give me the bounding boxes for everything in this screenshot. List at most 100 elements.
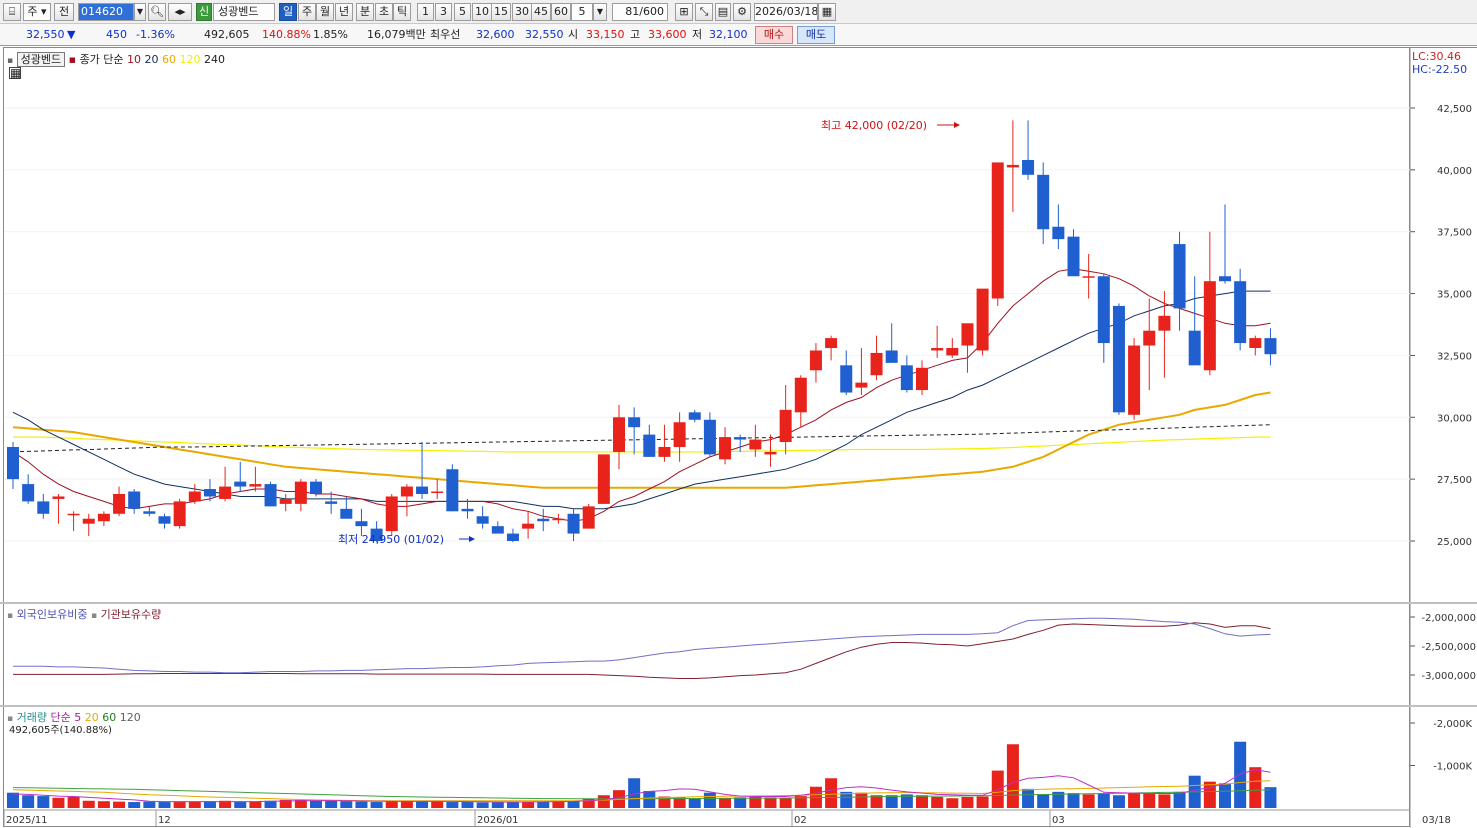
candle-body	[249, 484, 262, 487]
candle-body	[613, 417, 625, 452]
volume-bar	[1067, 793, 1080, 808]
interval-button-5[interactable]: 5	[454, 3, 471, 21]
candle-body	[552, 518, 565, 521]
panel-separator-2[interactable]	[0, 705, 1477, 707]
ma-period-20: 20	[141, 53, 159, 66]
candle-body	[506, 533, 519, 541]
scope-button[interactable]: 전	[54, 3, 74, 21]
candle-body	[461, 508, 474, 512]
volume-bar	[719, 798, 732, 808]
ma-period-240: 240	[200, 53, 226, 66]
period-tab-4[interactable]: 분	[356, 3, 374, 21]
panel-separator-1[interactable]	[0, 602, 1477, 604]
y-tick-label: 37,500	[1437, 228, 1472, 239]
period-tab-3[interactable]: 년	[335, 3, 353, 21]
interval-button-3[interactable]: 3	[435, 3, 452, 21]
mid-tick-label: -2,000,000	[1421, 613, 1476, 624]
window-icon[interactable]: ⌸	[3, 3, 21, 21]
candle-body	[719, 437, 732, 460]
mid-tick-label: -2,500,000	[1421, 642, 1476, 653]
interval-dropdown-icon[interactable]: ▼	[593, 3, 607, 21]
prev-next-icon[interactable]: ◂▸	[168, 3, 192, 21]
volume-bar	[416, 801, 429, 808]
volume-bar	[143, 801, 156, 808]
candle-body	[991, 162, 1004, 299]
candle-body	[1097, 276, 1110, 344]
period-tab-2[interactable]: 월	[316, 3, 334, 21]
volume-bar	[1249, 767, 1262, 808]
interval-button-10[interactable]: 10	[472, 3, 492, 21]
candle-body	[582, 506, 595, 529]
interval-button-30[interactable]: 30	[512, 3, 532, 21]
volume-bar	[355, 801, 368, 808]
volume-value: 492,605	[204, 28, 250, 41]
interval-button-60[interactable]: 60	[551, 3, 571, 21]
volume-bar	[1022, 788, 1035, 808]
institution-holding-line	[13, 622, 1271, 679]
calendar-icon[interactable]: ▦	[818, 3, 836, 21]
code-dropdown-icon[interactable]: ▼	[134, 3, 146, 21]
volume-bar	[1203, 781, 1216, 808]
bar-count-field[interactable]: 81/600	[612, 3, 668, 21]
volume-bar	[325, 800, 338, 808]
interval-button-45[interactable]: 45	[531, 3, 551, 21]
candle-body	[22, 484, 35, 502]
grid-toggle-icon[interactable]: ▦	[9, 67, 21, 79]
turnover-rate: 1.85%	[313, 28, 348, 41]
volume-bar	[128, 802, 141, 808]
chart-area[interactable]: 2025/11 12 2026/01 02 03	[3, 47, 1411, 827]
save-icon[interactable]: ▤	[715, 3, 731, 21]
quote-strip: 32,550 ▼ 450 -1.36% 492,605 140.88% 1.85…	[0, 24, 1477, 46]
indicator-name-box[interactable]: 성광벤드	[16, 52, 66, 67]
candle-body	[310, 481, 322, 494]
period-tab-1[interactable]: 주	[298, 3, 316, 21]
candle-body	[128, 491, 141, 509]
open-price: 33,150	[586, 28, 625, 41]
volume-bar	[1143, 793, 1156, 808]
foreign-ratio-line	[13, 617, 1271, 674]
buy-button[interactable]: 매수	[755, 26, 793, 44]
volume-text: 492,605주(140.88%)	[9, 725, 112, 736]
volume-bar	[1219, 783, 1231, 808]
period-tab-6[interactable]: 틱	[393, 3, 411, 21]
candle-body	[82, 518, 95, 524]
current-price: 32,550	[26, 28, 65, 41]
date-field[interactable]: 2026/03/18	[754, 3, 818, 21]
y-tick-label: 30,000	[1437, 413, 1472, 424]
candle-body	[1219, 276, 1231, 282]
volume-bar	[597, 795, 610, 808]
interval-button-1[interactable]: 1	[417, 3, 434, 21]
mid-tick-label: -3,000,000	[1421, 671, 1476, 682]
period-tab-0[interactable]: 일	[279, 3, 297, 21]
candle-body	[1234, 281, 1247, 344]
period-tab-5[interactable]: 초	[375, 3, 393, 21]
legend-square-icon-4: ▪	[90, 611, 98, 621]
candle-body	[52, 496, 65, 499]
interval-button-15[interactable]: 15	[491, 3, 511, 21]
volume-bar	[643, 791, 656, 808]
stock-name-field[interactable]: 성광벤드	[213, 3, 275, 21]
interval-input[interactable]: 5	[571, 3, 593, 21]
best-ask: 32,600	[476, 28, 515, 41]
chart-type-icon[interactable]: ⊞	[675, 3, 693, 21]
candle-body	[522, 523, 535, 529]
type-select[interactable]: 주 ▾	[23, 3, 51, 21]
candle-body	[279, 498, 292, 504]
sell-button[interactable]: 매도	[797, 26, 835, 44]
volume-bar	[113, 801, 126, 808]
candle-body	[673, 422, 686, 447]
legend-square-icon-3: ▪	[7, 611, 14, 621]
ma-period-120: 120	[176, 53, 201, 66]
gear-icon[interactable]: ⚙	[733, 3, 751, 21]
candle-body	[840, 365, 853, 393]
stock-code-input[interactable]: 014620	[78, 3, 134, 21]
candle-body	[294, 481, 307, 504]
holding-legend: ▪ 외국인보유비중 ▪ 기관보유수량	[7, 606, 161, 622]
volume-bar	[446, 802, 459, 808]
draw-tool-icon[interactable]: ⤡	[695, 3, 713, 21]
search-icon[interactable]: 🔍︎	[148, 3, 166, 21]
type-select-label: 주	[27, 5, 38, 18]
candle-body	[400, 486, 413, 497]
candle-body	[749, 439, 762, 450]
volume-bar	[264, 800, 277, 808]
